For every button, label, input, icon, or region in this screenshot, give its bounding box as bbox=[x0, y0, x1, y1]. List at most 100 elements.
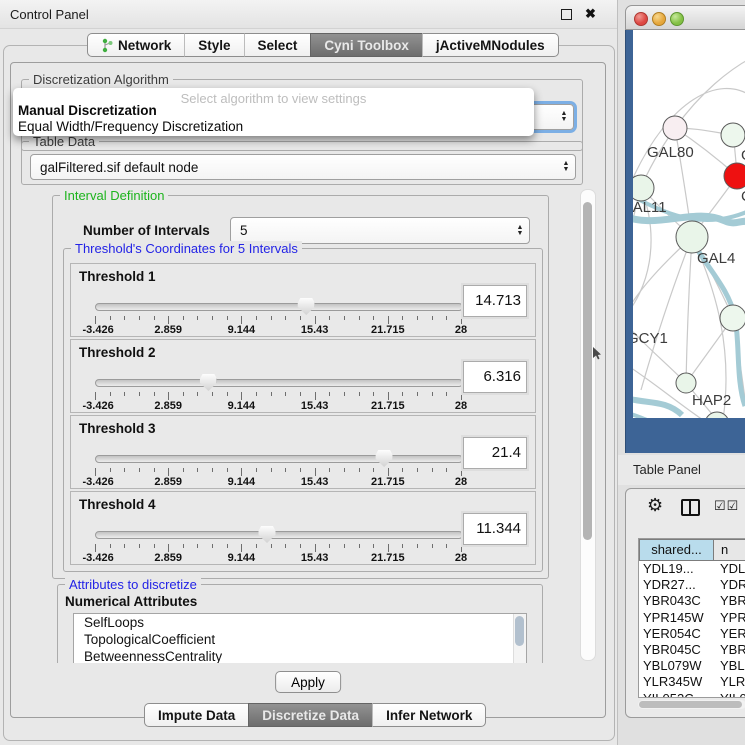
column-header-name[interactable]: n bbox=[714, 539, 745, 561]
slider-thumb[interactable] bbox=[298, 298, 315, 315]
close-icon[interactable]: ✖ bbox=[585, 6, 596, 21]
threshold-value-field-4[interactable]: 11.344 bbox=[463, 513, 527, 545]
popup-option-manual-discretization[interactable]: Manual Discretization bbox=[18, 103, 157, 118]
threshold-value-field-3[interactable]: 21.4 bbox=[463, 437, 527, 469]
table-row[interactable]: YLR345WYLR3 bbox=[639, 674, 745, 690]
slider-thumb[interactable] bbox=[200, 374, 217, 391]
cell-shared-name[interactable]: YDL19... bbox=[639, 561, 714, 577]
cell-name[interactable]: YER0 bbox=[714, 626, 745, 642]
node-attribute-table[interactable]: shared... n YDL19...YDL1YDR27...YDR2YBR0… bbox=[638, 538, 745, 698]
table-row[interactable]: YBR045CYBR0 bbox=[639, 642, 745, 658]
network-node-gal80[interactable] bbox=[663, 116, 687, 140]
numerical-attributes-label: Numerical Attributes bbox=[65, 594, 197, 609]
table-row[interactable]: YIL052CYIL0 bbox=[639, 691, 745, 699]
network-node-g[interactable] bbox=[721, 123, 745, 147]
tab-network-label: Network bbox=[118, 38, 171, 53]
table-row[interactable]: YDR27...YDR2 bbox=[639, 577, 745, 593]
threshold-slider-1[interactable]: -3.4262.8599.14415.4321.71528 bbox=[95, 264, 461, 336]
group-title-thresholds: Threshold's Coordinates for 5 Intervals bbox=[71, 241, 302, 256]
vertical-scrollbar[interactable] bbox=[580, 189, 596, 661]
split-columns-icon[interactable] bbox=[681, 499, 700, 516]
gear-icon[interactable]: ⚙ bbox=[647, 495, 663, 516]
float-window-icon[interactable] bbox=[561, 9, 572, 20]
cell-shared-name[interactable]: YPR145W bbox=[639, 610, 714, 626]
tab-jactivemnodules[interactable]: jActiveMNodules bbox=[422, 33, 559, 57]
cell-name[interactable]: YDR2 bbox=[714, 577, 745, 593]
window-title: Control Panel bbox=[10, 7, 89, 22]
network-node-gal4[interactable] bbox=[676, 221, 708, 253]
slider-tick-labels: -3.4262.8599.14415.4321.71528 bbox=[95, 400, 461, 412]
table-row[interactable]: YPR145WYPR1 bbox=[639, 610, 745, 626]
cell-shared-name[interactable]: YDR27... bbox=[639, 577, 714, 593]
bottom-tab-impute-data[interactable]: Impute Data bbox=[144, 703, 248, 727]
slider-thumb[interactable] bbox=[376, 450, 393, 467]
slider-track[interactable] bbox=[95, 531, 463, 539]
table-data-group: Table Data galFiltered.sif default node … bbox=[21, 141, 583, 185]
cell-shared-name[interactable]: YBL079W bbox=[639, 658, 714, 674]
cell-shared-name[interactable]: YIL052C bbox=[639, 691, 714, 699]
network-node-gal11[interactable] bbox=[633, 175, 654, 201]
threshold-slider-4[interactable]: -3.4262.8599.14415.4321.71528 bbox=[95, 492, 461, 564]
cell-name[interactable]: YBR0 bbox=[714, 642, 745, 658]
popup-option-equal-width-frequency-discretization[interactable]: Equal Width/Frequency Discretization bbox=[18, 119, 243, 134]
slider-tick-labels: -3.4262.8599.14415.4321.71528 bbox=[95, 476, 461, 488]
tab-network[interactable]: Network bbox=[87, 33, 184, 57]
network-node-h[interactable] bbox=[720, 305, 745, 331]
algorithm-dropdown-popup: Select algorithm to view settings Manual… bbox=[13, 88, 534, 136]
slider-tick-labels: -3.4262.8599.14415.4321.71528 bbox=[95, 552, 461, 564]
table-panel-title: Table Panel bbox=[633, 462, 701, 477]
attribute-item-selfloops[interactable]: SelfLoops bbox=[74, 614, 526, 631]
vertical-scrollbar-thumb[interactable] bbox=[583, 202, 592, 540]
network-node-partial[interactable] bbox=[705, 412, 729, 418]
attribute-item-betweennesscentrality[interactable]: BetweennessCentrality bbox=[74, 648, 526, 663]
threshold-value-field-2[interactable]: 6.316 bbox=[463, 361, 527, 393]
slider-track[interactable] bbox=[95, 379, 463, 387]
cell-name[interactable]: YLR3 bbox=[714, 674, 745, 690]
apply-button[interactable]: Apply bbox=[275, 671, 341, 693]
cell-name[interactable]: YIL0 bbox=[714, 691, 745, 699]
group-title-attributes: Attributes to discretize bbox=[65, 577, 201, 592]
horizontal-scrollbar-thumb[interactable] bbox=[639, 701, 742, 708]
threshold-slider-2[interactable]: -3.4262.8599.14415.4321.71528 bbox=[95, 340, 461, 412]
combo-arrows-icon: ▲▼ bbox=[511, 225, 529, 237]
table-row[interactable]: YBR043CYBR0 bbox=[639, 593, 745, 609]
slider-ticks bbox=[95, 392, 461, 400]
attributes-scrollbar[interactable] bbox=[513, 614, 526, 663]
cell-name[interactable]: YPR1 bbox=[714, 610, 745, 626]
slider-thumb[interactable] bbox=[259, 526, 276, 543]
zoom-traffic-light-icon[interactable] bbox=[670, 12, 684, 26]
numerical-attributes-list[interactable]: SelfLoopsTopologicalCoefficientBetweenne… bbox=[73, 613, 527, 663]
table-row[interactable]: YBL079WYBL0 bbox=[639, 658, 745, 674]
column-header-shared-name[interactable]: shared... bbox=[639, 539, 714, 561]
cell-shared-name[interactable]: YLR345W bbox=[639, 674, 714, 690]
cell-shared-name[interactable]: YBR045C bbox=[639, 642, 714, 658]
slider-track[interactable] bbox=[95, 303, 463, 311]
network-canvas[interactable]: GAL80GCGAL11GAL4GCY1HHAP2 bbox=[633, 30, 745, 418]
slider-track[interactable] bbox=[95, 455, 463, 463]
table-row[interactable]: YDL19...YDL1 bbox=[639, 561, 745, 577]
horizontal-scrollbar[interactable] bbox=[638, 700, 745, 709]
close-traffic-light-icon[interactable] bbox=[634, 12, 648, 26]
tab-style[interactable]: Style bbox=[184, 33, 243, 57]
tab-select[interactable]: Select bbox=[244, 33, 311, 57]
network-node-hap2[interactable] bbox=[676, 373, 696, 393]
threshold-slider-3[interactable]: -3.4262.8599.14415.4321.71528 bbox=[95, 416, 461, 488]
network-window-titlebar bbox=[625, 5, 745, 30]
tab-cyni-toolbox[interactable]: Cyni Toolbox bbox=[310, 33, 422, 57]
attribute-item-topologicalcoefficient[interactable]: TopologicalCoefficient bbox=[74, 631, 526, 648]
number-of-intervals-combobox[interactable]: 5 ▲▼ bbox=[230, 217, 530, 244]
table-data-combobox[interactable]: galFiltered.sif default node ▲▼ bbox=[30, 154, 576, 180]
cell-name[interactable]: YDL1 bbox=[714, 561, 745, 577]
cell-shared-name[interactable]: YBR043C bbox=[639, 593, 714, 609]
select-checkboxes-icon[interactable]: ☑☑ bbox=[714, 498, 739, 514]
table-row[interactable]: YER054CYER0 bbox=[639, 626, 745, 642]
bottom-tab-discretize-data[interactable]: Discretize Data bbox=[248, 703, 372, 727]
threshold-value-field-1[interactable]: 14.713 bbox=[463, 285, 527, 317]
cell-name[interactable]: YBR0 bbox=[714, 593, 745, 609]
cell-name[interactable]: YBL0 bbox=[714, 658, 745, 674]
cell-shared-name[interactable]: YER054C bbox=[639, 626, 714, 642]
bottom-tab-infer-network[interactable]: Infer Network bbox=[372, 703, 486, 727]
network-node-c[interactable] bbox=[724, 163, 745, 189]
attributes-scrollbar-thumb[interactable] bbox=[515, 616, 524, 646]
minimize-traffic-light-icon[interactable] bbox=[652, 12, 666, 26]
